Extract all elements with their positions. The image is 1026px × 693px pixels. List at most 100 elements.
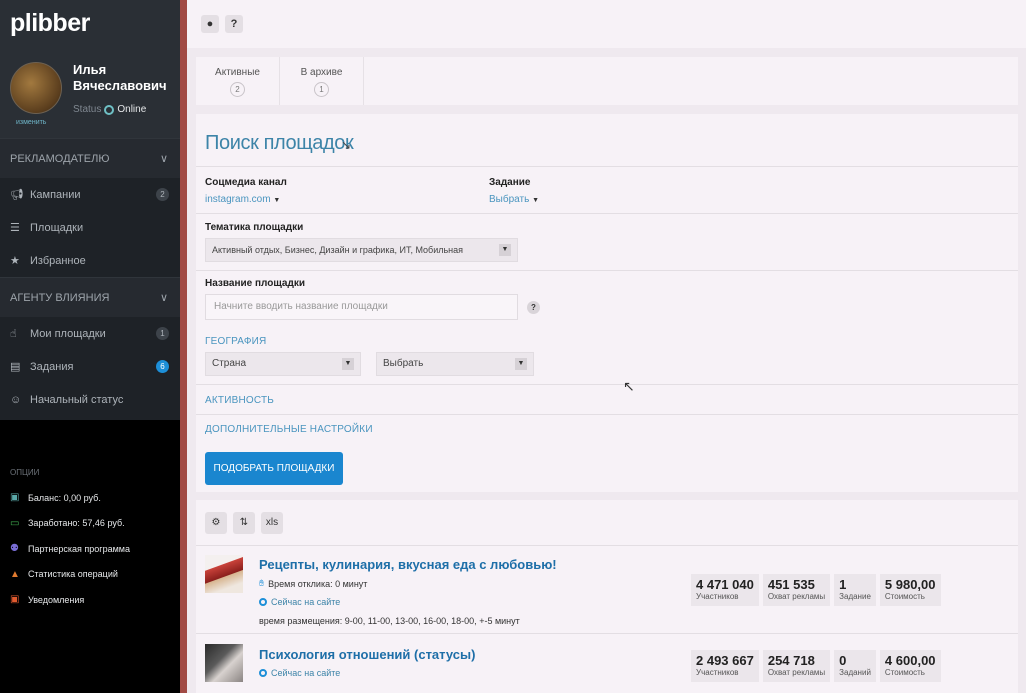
platform-thumbnail[interactable] [205, 555, 243, 593]
online-status-icon [259, 669, 267, 677]
table-row: Психология отношений (статусы) Сейчас на… [196, 635, 1018, 693]
hand-icon: ✋︎ [259, 578, 265, 588]
online-status-text: Сейчас на сайте [271, 597, 341, 607]
main-area: ● ? Активные 2 В архиве 1 Поиск площадок… [187, 0, 1026, 693]
platform-name-label: Название площадки [205, 278, 305, 289]
section-advertiser[interactable]: РЕКЛАМОДАТЕЛЮ ∨ [0, 138, 180, 178]
option-statistics[interactable]: ▲ Статистика операций [0, 562, 180, 588]
bag-icon: ▲ [10, 568, 20, 580]
divider [196, 384, 1018, 385]
my-platforms-badge: 1 [156, 327, 169, 340]
campaigns-badge: 2 [156, 188, 169, 201]
results-toolbar: ⚙ ⇅ xls [196, 500, 1018, 546]
topic-select[interactable]: Активный отдых, Бизнес, Дизайн и графика… [205, 238, 518, 262]
online-status: Сейчас на сайте [259, 597, 340, 607]
option-earned[interactable]: ▭ Заработано: 57,46 руб. [0, 511, 180, 537]
divider [196, 270, 1018, 271]
section-advertiser-label: РЕКЛАМОДАТЕЛЮ [10, 152, 110, 165]
stat-value: 2 493 667 [696, 653, 754, 668]
tab-label: В архиве [300, 67, 343, 78]
app-logo[interactable]: plibber [10, 9, 90, 38]
edit-avatar-link[interactable]: изменить [16, 119, 46, 126]
response-time-text: Время отклика: 0 минут [268, 578, 368, 589]
tab-archive[interactable]: В архиве 1 [280, 57, 364, 105]
sidebar-item-platforms[interactable]: ☰ Площадки [0, 211, 180, 244]
online-status-icon [259, 598, 267, 606]
online-status-icon [104, 104, 115, 115]
geography-label: ГЕОГРАФИЯ [205, 336, 267, 347]
options-title: ОПЦИИ [10, 468, 40, 477]
stat-label: Стоимость [884, 592, 925, 601]
wallet-icon: ▣ [10, 492, 20, 504]
platform-title-link[interactable]: Психология отношений (статусы) [259, 647, 475, 662]
star-icon: ★ [10, 255, 20, 267]
stat-label: Задание [839, 592, 871, 601]
avatar[interactable] [10, 62, 62, 114]
tab-count: 1 [314, 82, 329, 97]
option-label: Уведомления [28, 594, 85, 605]
response-time: ✋︎ Время отклика: 0 минут [259, 578, 367, 589]
table-row: Рецепты, кулинария, вкусная еда с любовь… [196, 546, 1018, 634]
activity-toggle[interactable]: АКТИВНОСТЬ [205, 395, 274, 406]
option-label: Баланс: 0,00 руб. [28, 492, 101, 503]
campaign-tabs: Активные 2 В архиве 1 [196, 57, 1018, 105]
platform-thumbnail[interactable] [205, 644, 243, 682]
sidebar-item-initial-status[interactable]: ☺ Начальный статус [0, 383, 180, 416]
stat-tasks: 0 Заданий [834, 650, 876, 682]
divider [196, 414, 1018, 415]
sidebar-item-tasks[interactable]: ▤ Задания 6 [0, 350, 180, 383]
city-select[interactable]: Выбрать ▼ [376, 352, 534, 376]
option-balance[interactable]: ▣ Баланс: 0,00 руб. [0, 485, 180, 511]
status-value[interactable]: Online [117, 104, 146, 115]
megaphone-icon: 📢︎ [10, 189, 24, 201]
sidebar-item-my-platforms[interactable]: ☝ Мои площадки 1 [0, 317, 180, 350]
platform-name-input[interactable]: Начните вводить название площадки [205, 294, 518, 320]
stat-label: Охват рекламы [767, 592, 826, 601]
question-icon[interactable]: ? [527, 301, 540, 314]
sidebar-item-label: Площадки [30, 221, 84, 234]
stat-value: 0 [839, 653, 847, 668]
section-agent[interactable]: АГЕНТУ ВЛИЯНИЯ ∨ [0, 277, 180, 317]
collapse-arrow-icon[interactable]: ↘ [341, 138, 351, 152]
task-value: Выбрать [489, 194, 530, 205]
top-toolbar: ● ? [187, 0, 1026, 48]
divider [196, 213, 1018, 214]
option-notifications[interactable]: ▣ Уведомления [0, 587, 180, 613]
schedule-text: время размещения: 9-00, 11-00, 13-00, 16… [259, 616, 520, 626]
chevron-down-icon: ∨ [159, 153, 168, 165]
page-title: Поиск площадок [205, 132, 354, 154]
xls-export-button[interactable]: xls [261, 511, 283, 534]
list-icon: ☰ [10, 222, 20, 234]
platform-stats: 2 493 667 Участников 254 718 Охват рекла… [691, 650, 941, 682]
social-channel-dropdown[interactable]: instagram.com ▼ [205, 194, 280, 205]
country-select[interactable]: Страна ▼ [205, 352, 361, 376]
mouse-cursor-icon: ↖ [623, 378, 635, 394]
tab-label: Активные [215, 67, 260, 78]
sidebar-item-favorites[interactable]: ★ Избранное [0, 244, 180, 277]
people-icon: ⚉ [10, 543, 19, 555]
status-row: Status Online [73, 104, 146, 115]
option-label: Статистика операций [28, 569, 118, 580]
user-panel: plibber изменить Илья Вячеславович Statu… [0, 0, 180, 138]
stat-value: 254 718 [767, 653, 815, 668]
task-dropdown[interactable]: Выбрать ▼ [489, 194, 539, 205]
sidebar-item-campaigns[interactable]: 📢︎ Кампании 2 [0, 178, 180, 211]
extra-settings-toggle[interactable]: ДОПОЛНИТЕЛЬНЫЕ НАСТРОЙКИ [205, 424, 373, 435]
pin-icon[interactable]: ● [201, 15, 219, 33]
tab-active[interactable]: Активные 2 [196, 57, 280, 105]
question-icon[interactable]: ? [225, 15, 243, 33]
stat-tasks: 1 Задание [834, 574, 876, 606]
gear-icon[interactable]: ⚙ [205, 511, 227, 534]
sidebar-item-label: Мои площадки [30, 327, 106, 340]
stat-price: 5 980,00 Стоимость [879, 574, 941, 606]
caret-down-icon: ▼ [273, 197, 281, 204]
option-partner-program[interactable]: ⚉ Партнерская программа [0, 536, 180, 562]
sidebar-item-label: Кампании [30, 188, 81, 201]
tasks-badge: 6 [156, 360, 169, 373]
platform-title-link[interactable]: Рецепты, кулинария, вкусная еда с любовь… [259, 557, 557, 572]
stat-label: Участников [696, 668, 739, 677]
money-icon: ▭ [10, 517, 20, 529]
sort-icon[interactable]: ⇅ [233, 511, 255, 534]
find-platforms-button[interactable]: ПОДОБРАТЬ ПЛОЩАДКИ [205, 452, 343, 485]
section-agent-label: АГЕНТУ ВЛИЯНИЯ [10, 291, 110, 304]
